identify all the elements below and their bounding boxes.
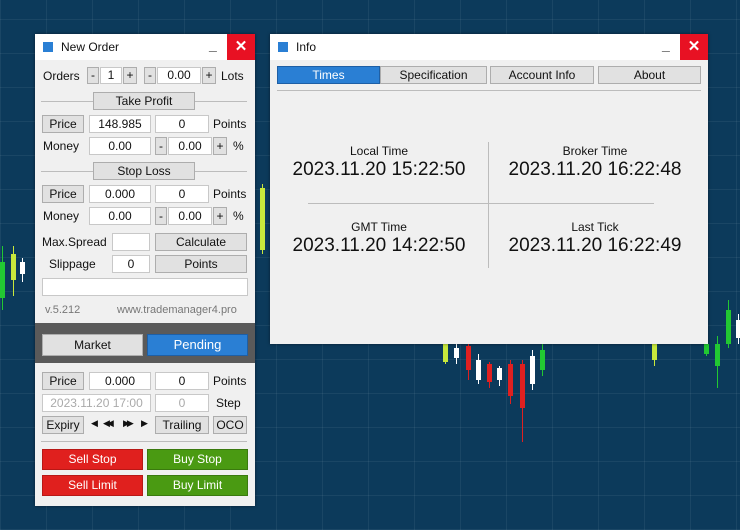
- lots-decrement-button[interactable]: -: [144, 67, 156, 84]
- pending-points-label: Points: [213, 374, 247, 388]
- tp-points-input[interactable]: 0: [155, 115, 209, 133]
- version-label: v.5.212: [45, 304, 81, 316]
- orders-input[interactable]: 1: [100, 67, 122, 84]
- nav-prev-icon[interactable]: ◀: [91, 418, 98, 429]
- tab-times[interactable]: Times: [277, 66, 380, 84]
- tp-price-button[interactable]: Price: [42, 115, 84, 133]
- gmt-time-cell: GMT Time 2023.11.20 14:22:50: [270, 220, 488, 257]
- calculate-button[interactable]: Calculate: [155, 233, 247, 251]
- minimize-icon[interactable]: _: [209, 37, 217, 53]
- app-icon: [278, 42, 288, 52]
- tp-percent-label: %: [233, 139, 244, 153]
- expiry-button[interactable]: Expiry: [42, 416, 84, 434]
- orders-label: Orders: [43, 69, 80, 83]
- divider: [41, 441, 247, 442]
- pending-price-input[interactable]: 0.000: [89, 372, 151, 390]
- time-grid-horizontal-divider: [308, 203, 654, 204]
- pending-points-input[interactable]: 0: [155, 372, 209, 390]
- stop-loss-header: Stop Loss: [93, 162, 195, 180]
- sl-money-input[interactable]: 0.00: [89, 207, 151, 225]
- sl-percent-input[interactable]: 0.00: [168, 207, 212, 225]
- step-label: Step: [216, 396, 241, 410]
- new-order-titlebar[interactable]: New Order _ ✕: [35, 34, 255, 60]
- sl-percent-label: %: [233, 209, 244, 223]
- gmt-time-label: GMT Time: [351, 220, 407, 234]
- tab-account-info[interactable]: Account Info: [490, 66, 594, 84]
- close-icon[interactable]: ✕: [680, 34, 708, 60]
- buy-stop-button[interactable]: Buy Stop: [147, 449, 248, 470]
- lots-increment-button[interactable]: +: [202, 67, 216, 84]
- slippage-label: Slippage: [49, 257, 96, 271]
- oco-button[interactable]: OCO: [213, 416, 247, 434]
- orders-decrement-button[interactable]: -: [87, 67, 99, 84]
- window-title: New Order: [61, 40, 120, 54]
- tp-percent-decrement-button[interactable]: -: [155, 137, 167, 155]
- tab-pending[interactable]: Pending: [147, 334, 248, 356]
- gmt-time-value: 2023.11.20 14:22:50: [292, 235, 466, 256]
- sell-stop-button[interactable]: Sell Stop: [42, 449, 143, 470]
- new-order-window: New Order _ ✕ Orders - 1 + - 0.00 + Lots…: [35, 34, 255, 506]
- sl-money-label: Money: [43, 209, 80, 223]
- sell-limit-button[interactable]: Sell Limit: [42, 475, 143, 496]
- tp-money-input[interactable]: 0.00: [89, 137, 151, 155]
- info-window: Info _ ✕ Times Specification Account Inf…: [270, 34, 708, 344]
- expiry-input[interactable]: 2023.11.20 17:00: [42, 394, 151, 412]
- sl-price-button[interactable]: Price: [42, 185, 84, 203]
- last-tick-value: 2023.11.20 16:22:49: [508, 235, 682, 256]
- points-button[interactable]: Points: [155, 255, 247, 273]
- broker-time-cell: Broker Time 2023.11.20 16:22:48: [489, 144, 701, 181]
- lots-input[interactable]: 0.00: [157, 67, 201, 84]
- broker-time-value: 2023.11.20 16:22:48: [508, 159, 682, 180]
- local-time-label: Local Time: [349, 144, 409, 158]
- max-spread-label: Max.Spread: [42, 235, 107, 249]
- app-icon: [43, 42, 53, 52]
- sl-percent-increment-button[interactable]: +: [213, 207, 227, 225]
- last-tick-cell: Last Tick 2023.11.20 16:22:49: [489, 220, 701, 257]
- tab-about[interactable]: About: [598, 66, 701, 84]
- max-spread-input[interactable]: [112, 233, 150, 251]
- sl-points-input[interactable]: 0: [155, 185, 209, 203]
- info-titlebar[interactable]: Info _ ✕: [270, 34, 708, 60]
- step-input[interactable]: 0: [155, 394, 209, 412]
- orders-increment-button[interactable]: +: [123, 67, 137, 84]
- sl-percent-decrement-button[interactable]: -: [155, 207, 167, 225]
- nav-rewind-icon[interactable]: ◀◀: [103, 418, 114, 429]
- lots-label: Lots: [221, 69, 244, 83]
- slippage-input[interactable]: 0: [112, 255, 150, 273]
- sl-price-input[interactable]: 0.000: [89, 185, 151, 203]
- pending-price-button[interactable]: Price: [42, 372, 84, 390]
- close-icon[interactable]: ✕: [227, 34, 255, 60]
- broker-time-label: Broker Time: [562, 144, 628, 158]
- tp-price-input[interactable]: 148.985: [89, 115, 151, 133]
- tp-percent-increment-button[interactable]: +: [213, 137, 227, 155]
- local-time-value: 2023.11.20 15:22:50: [292, 159, 466, 180]
- comment-input[interactable]: [42, 278, 248, 296]
- buy-limit-button[interactable]: Buy Limit: [147, 475, 248, 496]
- sl-points-label: Points: [213, 187, 247, 201]
- website-link[interactable]: www.trademanager4.pro: [117, 304, 237, 316]
- minimize-icon[interactable]: _: [662, 37, 670, 53]
- tab-specification[interactable]: Specification: [380, 66, 487, 84]
- trailing-button[interactable]: Trailing: [155, 416, 209, 434]
- last-tick-label: Last Tick: [571, 220, 619, 234]
- tp-points-label: Points: [213, 117, 247, 131]
- tp-money-label: Money: [43, 139, 80, 153]
- tab-market[interactable]: Market: [42, 334, 143, 356]
- nav-forward-icon[interactable]: ▶▶: [123, 418, 134, 429]
- take-profit-header: Take Profit: [93, 92, 195, 110]
- divider: [277, 90, 701, 91]
- local-time-cell: Local Time 2023.11.20 15:22:50: [270, 144, 488, 181]
- tp-percent-input[interactable]: 0.00: [168, 137, 212, 155]
- nav-next-icon[interactable]: ▶: [141, 418, 148, 429]
- window-title: Info: [296, 40, 317, 54]
